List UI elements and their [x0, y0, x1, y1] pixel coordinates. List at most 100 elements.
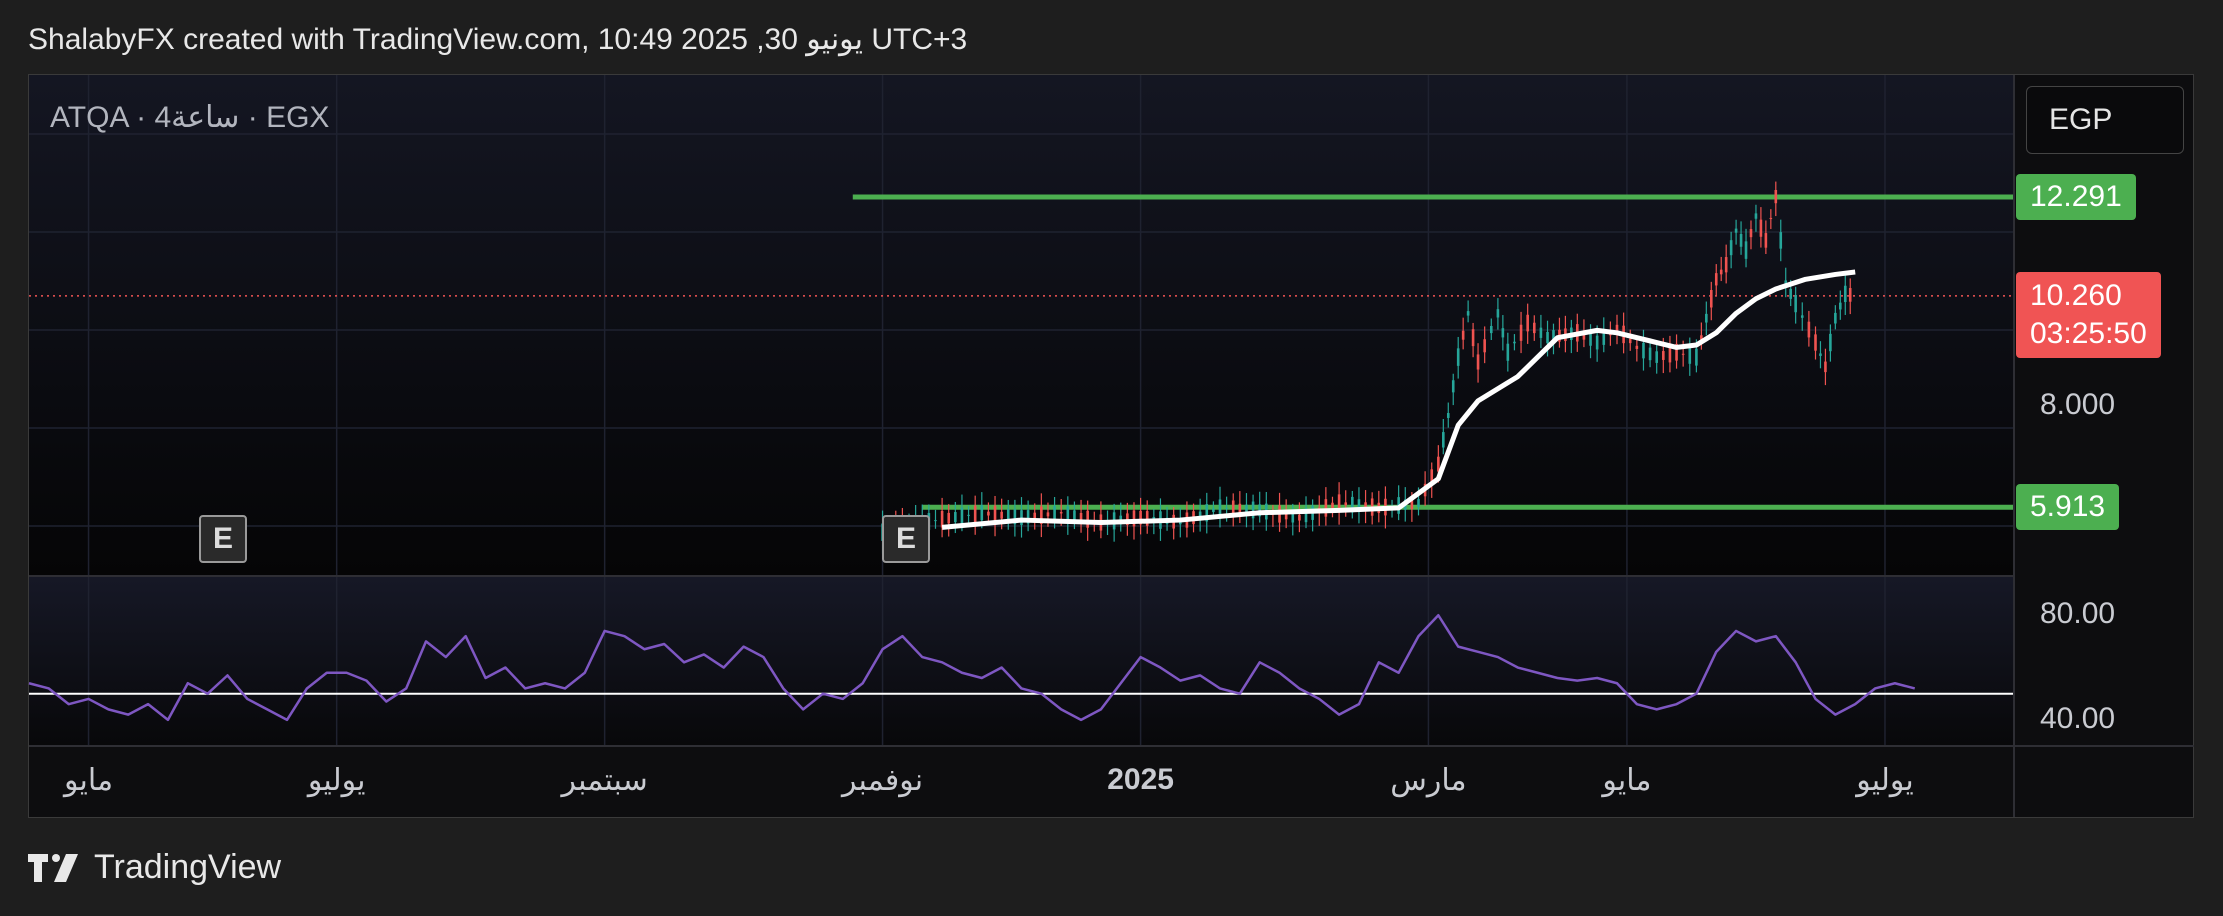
candle-body — [1000, 511, 1003, 519]
candle-body — [1764, 233, 1768, 248]
candle-body — [1794, 294, 1797, 313]
candle-body — [1442, 432, 1445, 448]
candle-body — [1688, 347, 1692, 364]
candle-body — [1648, 347, 1652, 361]
time-axis-tick: مارس — [1390, 764, 1467, 797]
candle-body — [1724, 257, 1728, 273]
candle-body — [987, 511, 990, 516]
candle-body — [1595, 335, 1599, 350]
rsi-pane-background — [29, 576, 2014, 746]
candle-body — [1526, 314, 1529, 332]
time-axis-tick: يوليو — [307, 764, 366, 797]
level-price-label: 12.291 — [2016, 174, 2136, 221]
candle-body — [1483, 339, 1486, 353]
candle-body — [1086, 510, 1089, 528]
candle-body — [960, 507, 964, 525]
candle-body — [1218, 499, 1222, 517]
candle-body — [1324, 499, 1328, 517]
candle-body — [1843, 285, 1847, 303]
chart-header-title: ShalabyFX created with TradingView.com, … — [28, 23, 968, 56]
candle-body — [1759, 219, 1763, 237]
candle-body — [1466, 311, 1470, 316]
rsi-axis-tick: 40.00 — [2040, 701, 2116, 735]
candle-body — [1298, 514, 1301, 521]
candle-body — [1848, 288, 1852, 302]
candle-body — [1496, 309, 1500, 318]
candle-body — [1628, 338, 1632, 344]
candle-body — [1476, 354, 1480, 370]
candle-body — [954, 512, 957, 523]
candle-body — [1532, 322, 1536, 334]
candle-body — [1789, 288, 1792, 299]
candle-body — [1451, 380, 1455, 393]
price-axis-tick: 8.000 — [2040, 387, 2116, 421]
candle-body — [1714, 273, 1718, 286]
candle-body — [1344, 502, 1348, 506]
candle-body — [1046, 512, 1050, 517]
candle-body — [1734, 228, 1738, 233]
candle-body — [1225, 507, 1228, 509]
candle-body — [1456, 348, 1460, 366]
time-axis-tick: مايو — [64, 764, 114, 797]
earnings-e-icon[interactable]: E — [199, 515, 247, 563]
time-axis-tick: مايو — [1602, 764, 1652, 797]
candle-body — [1417, 499, 1420, 507]
candle-body — [1519, 324, 1523, 341]
current-price-value: 10.260 — [2030, 278, 2122, 312]
time-axis-tick: 2025 — [1107, 763, 1174, 796]
candle-body — [1719, 269, 1723, 275]
candle-body — [1681, 353, 1685, 355]
footer-brand[interactable]: TradingView — [94, 848, 281, 887]
earnings-e-icon[interactable]: E — [882, 515, 930, 563]
candle-body — [1331, 502, 1334, 509]
candle-body — [1800, 315, 1804, 318]
candle-body — [1446, 413, 1450, 418]
candle-body — [1513, 341, 1516, 344]
bar-countdown: 03:25:50 — [2030, 316, 2147, 350]
candle-body — [1824, 361, 1827, 373]
candle-body — [1662, 351, 1665, 360]
candle-body — [1779, 232, 1783, 249]
candle-body — [1615, 324, 1619, 332]
footer: TradingView — [28, 848, 281, 887]
candle-body — [1655, 351, 1658, 363]
candle-body — [1642, 342, 1645, 359]
candle-body — [1695, 348, 1698, 366]
level-price-label: 5.913 — [2016, 484, 2120, 531]
rsi-axis-tick: 80.00 — [2040, 597, 2116, 631]
candle-body — [1834, 312, 1837, 324]
candle-body — [947, 512, 951, 524]
candle-body — [1539, 327, 1543, 338]
candle-body — [980, 505, 984, 521]
candle-body — [1705, 313, 1708, 323]
candle-body — [1839, 302, 1842, 310]
candle-body — [1506, 343, 1510, 361]
candle-body — [1501, 328, 1505, 338]
candle-body — [1709, 289, 1713, 308]
candle-body — [1546, 332, 1549, 344]
current-price-label: 10.260 03:25:50 — [2016, 271, 2161, 358]
currency-button[interactable]: EGP — [2026, 86, 2184, 154]
candle-body — [1132, 510, 1136, 527]
candle-body — [1774, 189, 1778, 204]
candle-body — [1635, 345, 1639, 349]
candle-body — [1489, 326, 1493, 334]
candle-body — [1744, 241, 1748, 259]
candle-body — [1819, 353, 1822, 356]
candle-body — [1212, 508, 1215, 512]
candle-body — [973, 505, 977, 523]
candle-body — [1589, 332, 1592, 346]
candle-body — [1814, 334, 1817, 351]
candle-body — [1829, 333, 1832, 352]
candle-body — [1749, 229, 1753, 238]
time-axis-tick: سبتمبر — [561, 764, 648, 797]
price-chart[interactable] — [28, 74, 2194, 818]
tradingview-logo-icon — [28, 853, 78, 882]
candle-body — [1471, 329, 1475, 347]
candle-body — [934, 520, 937, 522]
symbol-legend[interactable]: ATQA · 4ساعة · EGX — [50, 100, 329, 135]
candle-body — [967, 514, 970, 516]
candle-body — [1059, 512, 1063, 514]
candle-body — [1739, 234, 1743, 247]
candle-body — [1769, 217, 1773, 220]
